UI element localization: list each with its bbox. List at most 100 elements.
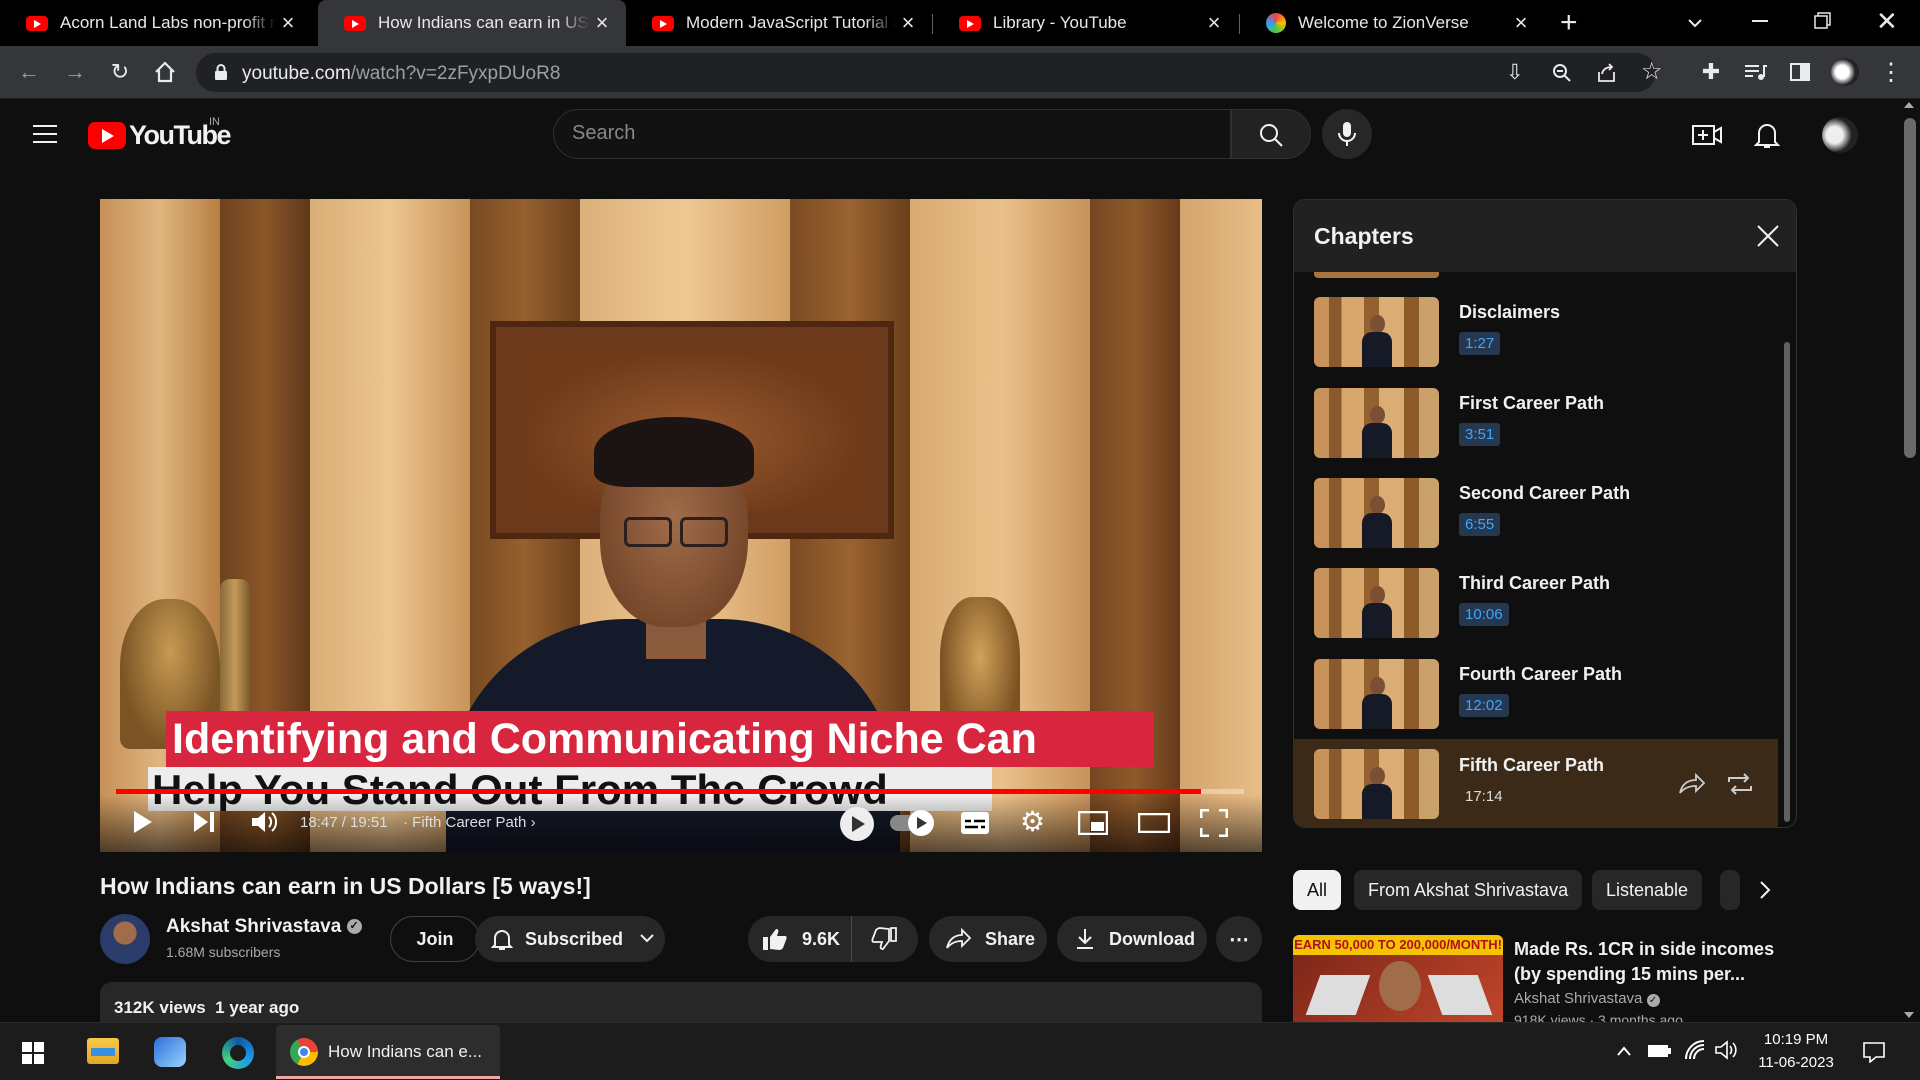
notifications-icon[interactable] [1862,1041,1886,1063]
youtube-icon [344,15,366,31]
chapter-thumbnail [1314,659,1439,729]
chapter-item[interactable]: Third Career Path 10:06 [1294,563,1778,653]
chapter-item[interactable]: Second Career Path 6:55 [1294,473,1778,563]
zoom-icon[interactable] [1552,63,1572,83]
chapter-timestamp[interactable]: 1:27 [1459,332,1501,355]
close-icon[interactable]: × [896,10,920,36]
theater-mode-icon[interactable] [1138,813,1170,833]
more-menu-icon[interactable]: ⋮ [1876,57,1906,87]
menu-icon[interactable] [32,124,58,144]
video-player[interactable]: Identifying and Communicating Niche Can … [100,199,1262,852]
home-icon[interactable] [150,57,180,87]
progress-bar[interactable] [116,789,1244,794]
windows-start-icon[interactable] [22,1042,44,1064]
file-explorer-icon[interactable] [87,1038,119,1064]
install-icon[interactable]: ⇩ [1506,60,1524,85]
address-bar[interactable]: youtube.com/watch?v=2zFyxpDUoR8 ⇩ ☆ [196,53,1663,92]
bell-icon [491,930,513,950]
more-actions-button[interactable]: ⋯ [1216,916,1262,962]
close-icon[interactable]: × [1202,10,1226,36]
window-close-icon[interactable]: ✕ [1876,6,1898,37]
chip-partial[interactable] [1720,870,1740,910]
loop-icon[interactable] [1726,772,1754,796]
chapter-timestamp[interactable]: 6:55 [1459,513,1501,536]
chapter-timestamp[interactable]: 3:51 [1459,423,1501,446]
tab-search-icon[interactable] [1686,14,1704,32]
outlook-icon[interactable] [154,1037,186,1067]
create-video-icon[interactable] [1692,122,1722,148]
like-button[interactable]: 9.6K [748,916,852,962]
bookmark-star-icon[interactable]: ☆ [1641,57,1663,86]
chapter-item[interactable]: Disclaimers 1:27 [1294,292,1778,382]
miniplayer-icon[interactable] [1078,811,1108,835]
close-icon[interactable]: × [1509,10,1533,36]
chapter-item[interactable]: Fourth Career Path 12:02 [1294,654,1778,744]
side-panel-icon[interactable] [1785,57,1815,87]
chevron-right-icon[interactable] [1758,880,1772,900]
volume-icon[interactable] [250,809,278,835]
share-icon[interactable] [1678,773,1706,795]
current-chapter-link[interactable]: · Fifth Career Path › [403,814,536,831]
youtube-logo-icon[interactable] [88,122,126,149]
join-button[interactable]: Join [390,916,480,962]
recommendation-thumbnail[interactable]: EARN 50,000 TO 200,000/MONTH! [1293,935,1503,1022]
forward-icon[interactable]: → [60,57,90,87]
minimize-icon[interactable] [1752,20,1768,22]
clock[interactable]: 10:19 PM 11-06-2023 [1752,1031,1840,1071]
reload-icon[interactable]: ↻ [105,57,135,87]
subtitles-icon[interactable] [960,811,990,835]
share-button[interactable]: Share [929,916,1047,962]
close-icon[interactable]: × [590,10,614,36]
browser-tab[interactable]: Library - YouTube × [933,0,1238,46]
browser-tab[interactable]: Acorn Land Labs non-profit m × [0,0,312,46]
browser-tab[interactable]: Modern JavaScript Tutorial #1 × [626,0,932,46]
close-icon[interactable] [1756,224,1780,248]
share-page-icon[interactable] [1596,63,1618,83]
search-button[interactable] [1231,109,1311,159]
taskbar-chrome-app[interactable]: How Indians can e... [276,1025,500,1079]
notifications-bell-icon[interactable] [1754,120,1780,150]
shield-icon[interactable] [840,807,874,841]
chapter-timestamp[interactable]: 12:02 [1459,694,1509,717]
recommendation-title[interactable]: Made Rs. 1CR in side incomes (by spendin… [1514,937,1774,987]
settings-gear-icon[interactable]: ⚙ [1020,805,1045,838]
channel-avatar[interactable] [100,914,150,964]
volume-tray-icon[interactable] [1714,1039,1738,1061]
show-hidden-icons[interactable] [1616,1045,1632,1057]
chapters-scrollbar[interactable] [1784,342,1790,822]
recommendation-channel[interactable]: Akshat Shrivastava ✓ [1514,990,1660,1007]
restore-icon[interactable] [1814,12,1832,30]
profile-avatar[interactable] [1830,57,1860,87]
chip-from-channel[interactable]: From Akshat Shrivastava [1354,870,1583,910]
subscribed-button[interactable]: Subscribed [475,916,665,962]
lock-icon[interactable] [214,64,228,81]
fullscreen-icon[interactable] [1200,809,1228,837]
edge-icon[interactable] [222,1037,254,1069]
chapter-item-current[interactable]: Fifth Career Path 17:14 [1294,739,1778,827]
chapter-timestamp[interactable]: 17:14 [1459,785,1509,808]
browser-tab[interactable]: Welcome to ZionVerse × [1240,0,1545,46]
back-icon[interactable]: ← [14,57,44,87]
chip-listenable[interactable]: Listenable [1592,870,1703,910]
chip-all[interactable]: All [1293,870,1342,910]
chapter-item[interactable]: First Career Path 3:51 [1294,383,1778,473]
dislike-button[interactable] [852,916,916,962]
next-icon[interactable] [192,811,216,833]
channel-name-row[interactable]: Akshat Shrivastava ✓ [166,916,362,938]
close-icon[interactable]: × [276,10,300,36]
new-tab-icon[interactable]: + [1560,6,1578,40]
browser-tab-active[interactable]: How Indians can earn in US D × [318,0,626,46]
account-avatar[interactable] [1822,117,1858,153]
play-icon[interactable] [132,809,154,835]
search-input[interactable] [572,122,1172,145]
chapter-timestamp[interactable]: 10:06 [1459,603,1509,626]
download-button[interactable]: Download [1057,916,1207,962]
battery-icon[interactable] [1646,1041,1672,1061]
media-control-icon[interactable] [1740,57,1770,87]
wifi-icon[interactable] [1684,1039,1706,1061]
channel-name: Akshat Shrivastava [166,916,342,937]
extensions-icon[interactable]: ✚ [1696,57,1726,87]
voice-search-button[interactable] [1322,109,1372,159]
autoplay-toggle[interactable] [890,810,934,836]
page-scrollbar[interactable] [1900,100,1920,1022]
